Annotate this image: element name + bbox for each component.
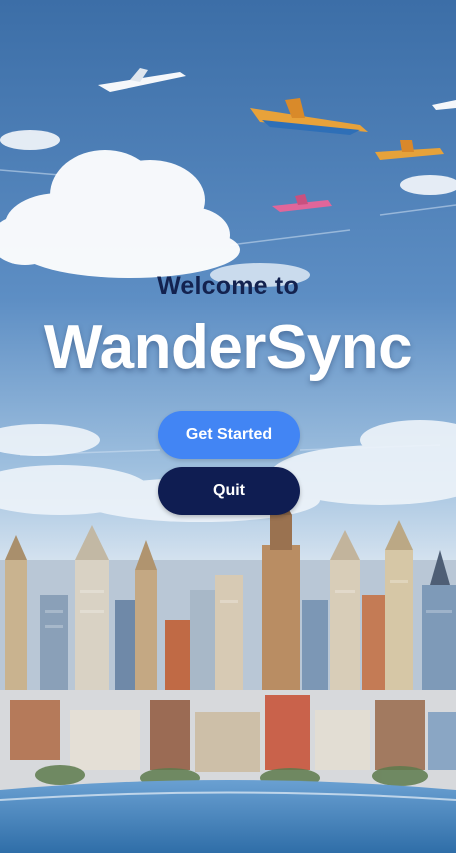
get-started-button[interactable]: Get Started	[158, 411, 300, 459]
app-title: WanderSync	[43, 313, 413, 382]
welcome-screen: Welcome to WanderSync Get Started Quit	[0, 0, 456, 853]
quit-button[interactable]: Quit	[158, 467, 300, 515]
welcome-heading: Welcome to	[157, 272, 299, 300]
